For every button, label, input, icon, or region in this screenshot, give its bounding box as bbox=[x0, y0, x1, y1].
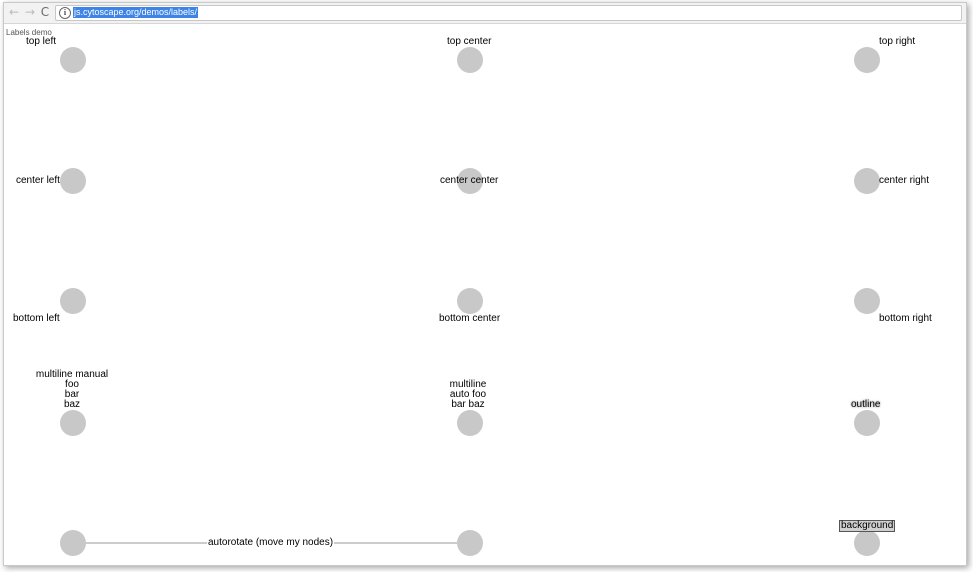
node-bottom-left[interactable] bbox=[60, 288, 86, 314]
label-top-center: top center bbox=[447, 36, 492, 47]
back-arrow-icon[interactable]: ← bbox=[7, 5, 21, 19]
forward-arrow-icon[interactable]: → bbox=[23, 5, 37, 19]
cytoscape-canvas[interactable]: Labels demo top left top center top righ… bbox=[4, 24, 966, 565]
node-top-center[interactable] bbox=[457, 47, 483, 73]
label-bottom-center: bottom center bbox=[439, 313, 501, 324]
node-center-right[interactable] bbox=[854, 168, 880, 194]
node-multiline-manual[interactable] bbox=[60, 410, 86, 436]
label-multiline-auto: multiline auto foo bar baz bbox=[449, 379, 487, 410]
label-background: background bbox=[839, 520, 896, 532]
info-icon[interactable]: i bbox=[59, 7, 71, 19]
address-bar[interactable]: i js.cytoscape.org/demos/labels/ bbox=[55, 5, 962, 21]
label-top-left: top left bbox=[26, 36, 57, 47]
node-multiline-auto[interactable] bbox=[457, 410, 483, 436]
label-bottom-right: bottom right bbox=[879, 313, 932, 324]
label-top-right: top right bbox=[879, 36, 916, 47]
node-outline[interactable] bbox=[854, 410, 880, 436]
label-bottom-left: bottom left bbox=[13, 313, 60, 324]
label-autorotate: autorotate (move my nodes) bbox=[207, 537, 335, 548]
label-center-right: center right bbox=[879, 175, 930, 186]
label-center-left: center left bbox=[16, 175, 60, 186]
browser-toolbar: ← → C i js.cytoscape.org/demos/labels/ bbox=[4, 3, 966, 24]
node-top-right[interactable] bbox=[854, 47, 880, 73]
node-autorotate-left[interactable] bbox=[60, 530, 86, 556]
node-top-left[interactable] bbox=[60, 47, 86, 73]
node-autorotate-right[interactable] bbox=[457, 530, 483, 556]
node-bottom-center[interactable] bbox=[457, 288, 483, 314]
url-text[interactable]: js.cytoscape.org/demos/labels/ bbox=[73, 7, 199, 18]
node-center-left[interactable] bbox=[60, 168, 86, 194]
node-bottom-right[interactable] bbox=[854, 288, 880, 314]
label-multiline-manual: multiline manual foo bar baz bbox=[35, 369, 109, 410]
node-background[interactable] bbox=[854, 530, 880, 556]
reload-icon[interactable]: C bbox=[38, 5, 52, 19]
label-center-center: center center bbox=[440, 175, 499, 186]
label-outline: outline bbox=[851, 399, 881, 410]
browser-window: ← → C i js.cytoscape.org/demos/labels/ L… bbox=[3, 2, 967, 566]
